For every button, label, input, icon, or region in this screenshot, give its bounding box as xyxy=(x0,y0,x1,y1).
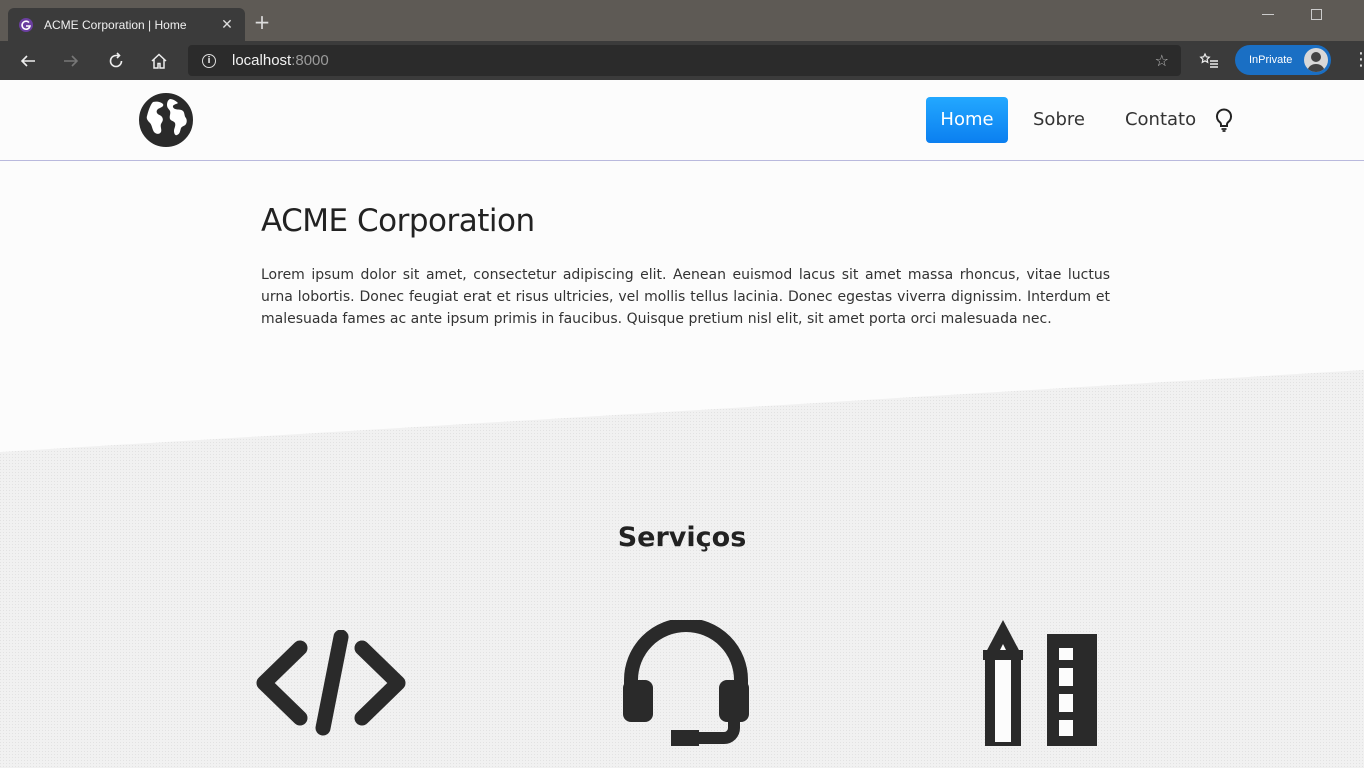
refresh-icon[interactable] xyxy=(104,49,128,73)
browser-toolbar: i localhost:8000 ☆ InPrivate ⋮ xyxy=(0,41,1364,80)
browser-tab[interactable]: ACME Corporation | Home ✕ xyxy=(8,8,245,41)
tab-title: ACME Corporation | Home xyxy=(44,17,187,32)
main-nav: Home Sobre Contato xyxy=(926,97,1236,143)
forward-icon[interactable] xyxy=(59,49,83,73)
tab-favicon-icon xyxy=(18,17,34,33)
address-port: :8000 xyxy=(291,52,329,69)
back-icon[interactable] xyxy=(16,49,40,73)
tab-close-icon[interactable]: ✕ xyxy=(219,17,235,33)
address-bar[interactable]: i localhost:8000 ☆ xyxy=(188,45,1181,76)
more-menu-icon[interactable]: ⋮ xyxy=(1352,49,1364,70)
headset-icon xyxy=(621,618,751,750)
pencil-ruler-icon xyxy=(983,620,1097,750)
inprivate-label: InPrivate xyxy=(1249,54,1293,66)
window-minimize-icon[interactable] xyxy=(1262,14,1274,15)
nav-home[interactable]: Home xyxy=(926,97,1008,143)
code-icon xyxy=(256,629,406,740)
intro-paragraph: Lorem ipsum dolor sit amet, consectetur … xyxy=(261,267,1110,327)
home-icon[interactable] xyxy=(147,49,171,73)
inprivate-button[interactable]: InPrivate xyxy=(1235,45,1331,75)
site-info-icon[interactable]: i xyxy=(202,53,216,68)
profile-avatar xyxy=(1304,48,1328,72)
window-maximize-icon[interactable] xyxy=(1311,9,1322,20)
lightbulb-icon[interactable] xyxy=(1212,105,1236,135)
site-header: Home Sobre Contato xyxy=(0,80,1364,161)
nav-sobre[interactable]: Sobre xyxy=(1018,97,1100,143)
browser-tab-strip: ACME Corporation | Home ✕ + xyxy=(0,0,1364,41)
services-title: Serviços xyxy=(617,522,747,553)
page-title: ACME Corporation xyxy=(261,203,535,239)
favorites-icon[interactable] xyxy=(1197,49,1221,73)
nav-contato[interactable]: Contato xyxy=(1110,97,1200,143)
favorite-star-icon[interactable]: ☆ xyxy=(1155,51,1169,70)
address-host: localhost xyxy=(232,52,292,69)
globe-logo-icon[interactable] xyxy=(139,93,193,147)
new-tab-icon[interactable]: + xyxy=(252,12,272,32)
